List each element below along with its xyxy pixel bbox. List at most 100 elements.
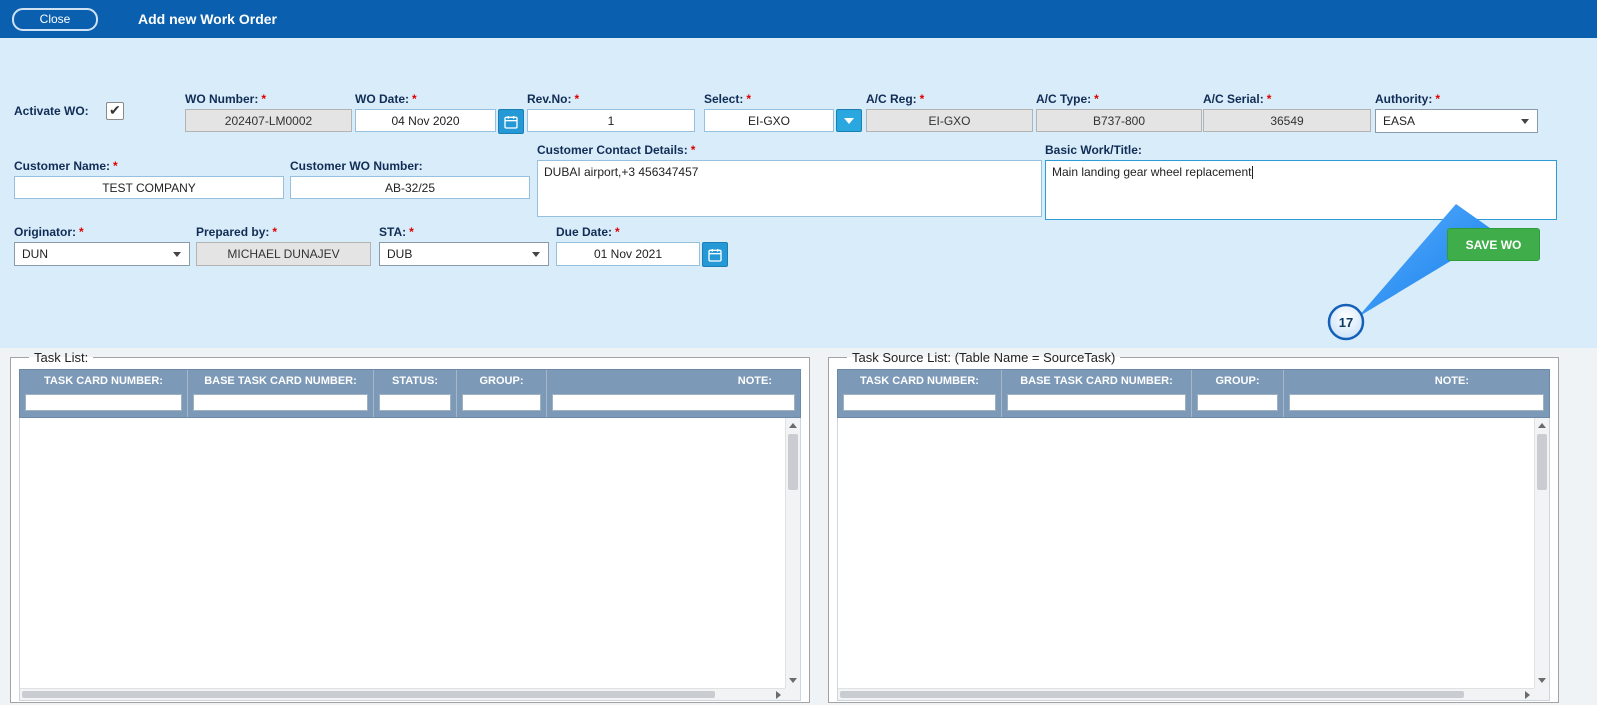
wo-date-input[interactable]: 04 Nov 2020 [355,109,496,132]
originator-value: DUN [22,247,48,261]
column-task-card-number: TASK CARD NUMBER: [20,370,188,417]
column-header-label: NOTE: [1434,375,1469,387]
originator-select[interactable]: DUN [14,242,190,266]
horizontal-scrollbar-thumb[interactable] [22,691,715,698]
close-button[interactable]: Close [12,7,98,31]
scroll-up-arrow[interactable] [786,418,800,433]
customer-contact-field: Customer Contact Details: * DUBAI airport… [537,143,1042,217]
required-mark: * [1435,92,1440,106]
rev-no-label: Rev.No: [527,92,572,106]
activate-wo-checkbox[interactable] [106,102,124,120]
scroll-right-arrow[interactable] [771,689,785,700]
column-header-label: TASK CARD NUMBER: [860,375,979,387]
page-title: Add new Work Order [138,11,277,27]
chevron-down-icon [1521,118,1529,124]
prepared-by-input: MICHAEL DUNAJEV [196,242,371,266]
column-note: NOTE: [1284,370,1549,417]
task-list-panel: Task List: TASK CARD NUMBER: BASE TASK C… [10,350,810,703]
triangle-down-icon [789,678,797,683]
note-filter-input[interactable] [552,394,795,411]
customer-wo-number-field: Customer WO Number: AB-32/25 [290,159,530,199]
rev-no-input[interactable]: 1 [527,109,695,132]
sta-field: STA: * DUB [379,225,549,266]
scroll-right-arrow[interactable] [1520,689,1534,700]
customer-name-label: Customer Name: [14,159,111,173]
chevron-down-icon [173,251,181,257]
customer-name-input[interactable]: TEST COMPANY [14,176,284,199]
select-label: Select: [704,92,744,106]
required-mark: * [746,92,752,106]
base-task-card-number-filter-input[interactable] [193,394,368,411]
note-filter-input[interactable] [1289,394,1544,411]
basic-work-title-textarea[interactable]: Main landing gear wheel replacement [1045,160,1557,220]
required-mark: * [412,92,417,106]
title-bar: Close Add new Work Order [0,0,1597,38]
customer-wo-number-input[interactable]: AB-32/25 [290,176,530,199]
vertical-scrollbar-thumb[interactable] [788,434,798,490]
column-header-label: GROUP: [479,375,524,387]
due-date-calendar-button[interactable] [702,242,728,267]
prepared-by-field: Prepared by: * MICHAEL DUNAJEV [196,225,371,266]
task-list-legend: Task List: [34,350,89,365]
aircraft-select-dropdown-button[interactable] [836,109,862,132]
column-header-label: BASE TASK CARD NUMBER: [204,375,357,387]
sta-select[interactable]: DUB [379,242,549,266]
group-filter-input[interactable] [1197,394,1278,411]
required-mark: * [79,225,84,239]
column-note: NOTE: [547,370,800,417]
due-date-input[interactable]: 01 Nov 2021 [556,242,700,266]
scroll-down-arrow[interactable] [786,673,800,688]
ac-type-label: A/C Type: [1036,92,1092,106]
customer-contact-label: Customer Contact Details: [537,143,688,157]
basic-work-title-field: Basic Work/Title: Main landing gear whee… [1045,143,1557,220]
horizontal-scrollbar-thumb[interactable] [840,691,1464,698]
save-wo-button[interactable]: SAVE WO [1447,228,1540,261]
scroll-down-arrow[interactable] [1535,673,1549,688]
calendar-icon [708,248,722,262]
column-header-label: STATUS: [391,375,439,387]
wo-date-calendar-button[interactable] [498,109,524,134]
horizontal-scrollbar[interactable] [838,688,1534,700]
scroll-up-arrow[interactable] [1535,418,1549,433]
basic-work-title-value: Main landing gear wheel replacement [1052,165,1252,179]
wo-number-input: 202407-LM0002 [185,109,352,132]
chevron-down-icon [532,251,540,257]
column-header-label: NOTE: [737,375,772,387]
sta-label: STA: [379,225,407,239]
chevron-down-icon [844,117,854,124]
column-header-label: BASE TASK CARD NUMBER: [1020,375,1173,387]
authority-select[interactable]: EASA [1375,109,1538,133]
vertical-scrollbar-thumb[interactable] [1537,434,1547,490]
due-date-field: Due Date: * 01 Nov 2021 [556,225,728,267]
wo-date-field: WO Date: * 04 Nov 2020 [355,92,524,134]
status-filter-input[interactable] [379,394,451,411]
task-card-number-filter-input[interactable] [843,394,996,411]
activate-wo-label: Activate WO: [14,104,89,118]
task-card-number-filter-input[interactable] [25,394,182,411]
ac-type-field: A/C Type: * B737-800 [1036,92,1202,132]
task-list-body [19,418,801,701]
ac-reg-field: A/C Reg: * EI-GXO [866,92,1033,132]
wo-number-field: WO Number: * 202407-LM0002 [185,92,352,132]
authority-value: EASA [1383,114,1416,128]
ac-serial-input: 36549 [1203,109,1371,132]
task-list-header: TASK CARD NUMBER: BASE TASK CARD NUMBER:… [19,369,801,418]
scrollbar-corner [1534,688,1549,700]
text-cursor [1252,166,1254,180]
base-task-card-number-filter-input[interactable] [1007,394,1186,411]
customer-name-field: Customer Name: * TEST COMPANY [14,159,284,199]
ac-type-input: B737-800 [1036,109,1202,132]
authority-label: Authority: [1375,92,1433,106]
vertical-scrollbar[interactable] [785,418,800,688]
due-date-label: Due Date: [556,225,613,239]
required-mark: * [261,92,267,106]
scrollbar-corner [785,688,800,700]
triangle-down-icon [1538,678,1546,683]
group-filter-input[interactable] [462,394,541,411]
vertical-scrollbar[interactable] [1534,418,1549,688]
triangle-up-icon [1538,423,1546,428]
aircraft-select-value[interactable]: EI-GXO [704,109,834,132]
customer-contact-textarea[interactable]: DUBAI airport,+3 456347457 [537,160,1042,217]
basic-work-title-label: Basic Work/Title: [1045,143,1142,157]
horizontal-scrollbar[interactable] [20,688,785,700]
